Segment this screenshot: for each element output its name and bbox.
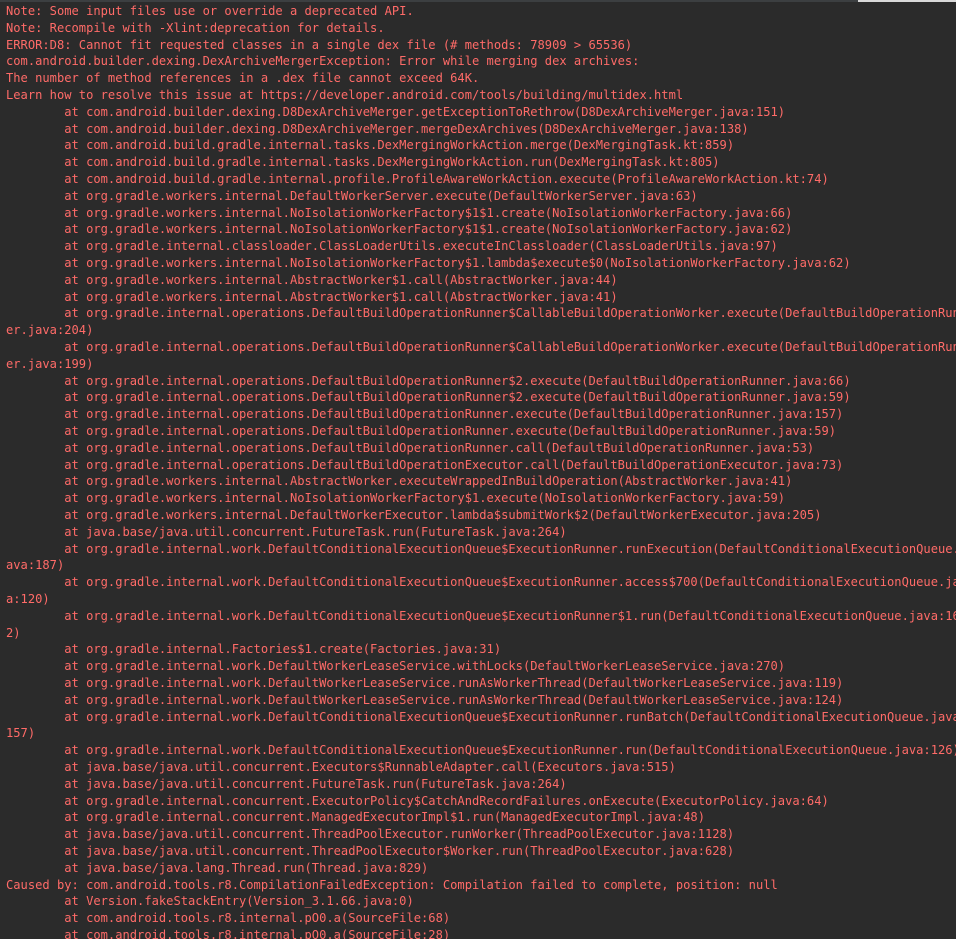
console-line: at com.android.tools.r8.internal.pO0.a(S… [6, 928, 451, 939]
console-line: at com.android.builder.dexing.D8DexArchi… [6, 121, 749, 136]
console-line: at org.gradle.workers.internal.DefaultWo… [6, 188, 698, 203]
console-line: at org.gradle.internal.operations.Defaul… [6, 407, 844, 422]
console-line: at org.gradle.workers.internal.DefaultWo… [6, 508, 822, 522]
console-line: at java.base/java.lang.Thread.run(Thread… [6, 860, 429, 875]
console-line: 2) [6, 625, 21, 640]
console-line: at org.gradle.internal.operations.Defaul… [6, 340, 956, 354]
console-line: at org.gradle.internal.work.DefaultCondi… [6, 709, 956, 724]
console-line: at com.android.build.gradle.internal.tas… [6, 155, 720, 170]
console-output[interactable]: Note: Some input files use or override a… [0, 0, 956, 939]
console-line: at com.android.tools.r8.internal.pO0.a(S… [6, 911, 451, 926]
console-line: at java.base/java.util.concurrent.Execut… [6, 760, 676, 774]
top-edge [0, 0, 956, 2]
console-line: at org.gradle.internal.work.DefaultWorke… [6, 692, 844, 707]
console-line: at java.base/java.util.concurrent.Thread… [6, 844, 735, 858]
console-line: The number of method references in a .de… [6, 71, 480, 86]
top-edge-right [858, 0, 956, 2]
console-line: at com.android.builder.dexing.D8DexArchi… [6, 104, 786, 119]
console-line: at org.gradle.workers.internal.AbstractW… [6, 289, 618, 304]
console-line: at org.gradle.workers.internal.AbstractW… [6, 272, 618, 287]
console-line: Note: Some input files use or override a… [6, 4, 414, 18]
console-line: at org.gradle.workers.internal.NoIsolati… [6, 256, 851, 270]
console-line: at org.gradle.internal.operations.Defaul… [6, 390, 851, 405]
console-line: at org.gradle.internal.operations.Defaul… [6, 424, 837, 438]
console-line: Caused by: com.android.tools.r8.Compilat… [6, 877, 778, 892]
console-line: at org.gradle.internal.work.DefaultCondi… [6, 608, 956, 623]
console-line: at Version.fakeStackEntry(Version_3.1.66… [6, 894, 414, 909]
console-line: er.java:204) [6, 323, 94, 338]
console-line: at org.gradle.workers.internal.NoIsolati… [6, 205, 793, 220]
console-line: at org.gradle.internal.operations.Defaul… [6, 440, 815, 455]
console-line: ERROR:D8: Cannot fit requested classes i… [6, 37, 633, 52]
console-line: at org.gradle.workers.internal.NoIsolati… [6, 491, 786, 506]
console-line: at java.base/java.util.concurrent.Future… [6, 776, 567, 791]
console-line: at org.gradle.workers.internal.NoIsolati… [6, 222, 793, 237]
console-line: at org.gradle.internal.operations.Defaul… [6, 373, 851, 388]
console-line: at org.gradle.internal.work.DefaultCondi… [6, 575, 956, 590]
console-line: at org.gradle.internal.work.DefaultCondi… [6, 743, 956, 758]
console-line: at org.gradle.internal.classloader.Class… [6, 239, 778, 254]
console-line: at org.gradle.internal.concurrent.Execut… [6, 793, 829, 808]
console-line: at java.base/java.util.concurrent.Future… [6, 524, 567, 539]
console-line: at org.gradle.internal.work.DefaultCondi… [6, 541, 956, 556]
console-line: at org.gradle.internal.work.DefaultWorke… [6, 659, 786, 674]
console-line: er.java:199) [6, 356, 94, 371]
console-line: at org.gradle.workers.internal.AbstractW… [6, 474, 793, 489]
console-line: at org.gradle.internal.concurrent.Manage… [6, 810, 705, 825]
console-line: a:120) [6, 592, 50, 606]
console-line: ava:187) [6, 558, 65, 573]
console-line: com.android.builder.dexing.DexArchiveMer… [6, 54, 640, 69]
console-line: at java.base/java.util.concurrent.Thread… [6, 827, 735, 842]
console-line: at org.gradle.internal.operations.Defaul… [6, 457, 844, 472]
console-line: 157) [6, 726, 36, 741]
console-line: at com.android.build.gradle.internal.tas… [6, 138, 735, 153]
console-line: at org.gradle.internal.Factories$1.creat… [6, 642, 502, 657]
console-line: at com.android.build.gradle.internal.pro… [6, 172, 829, 186]
console-line: at org.gradle.internal.operations.Defaul… [6, 306, 956, 321]
console-line: Learn how to resolve this issue at https… [6, 88, 684, 102]
console-line: at org.gradle.internal.work.DefaultWorke… [6, 676, 844, 690]
console-line: Note: Recompile with -Xlint:deprecation … [6, 20, 385, 35]
